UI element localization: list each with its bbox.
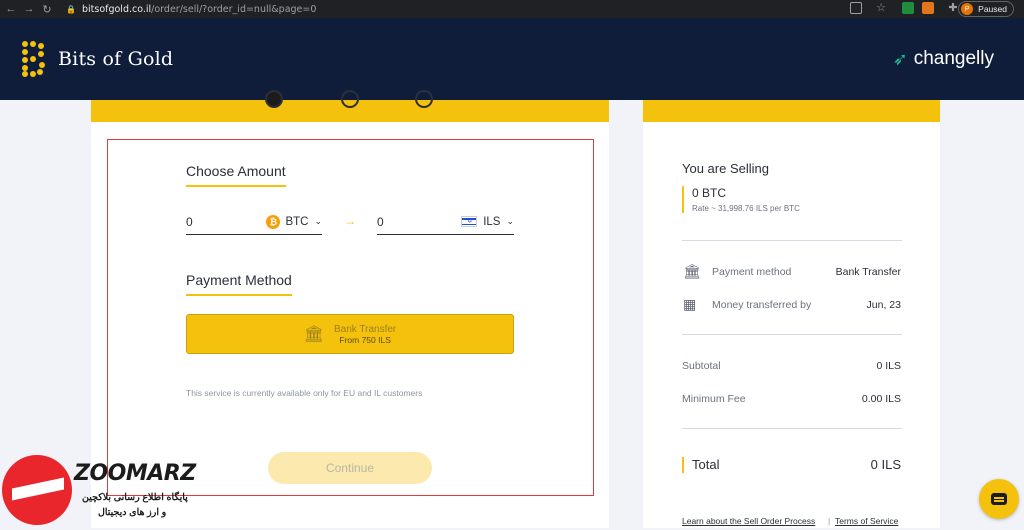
chat-button[interactable] xyxy=(979,479,1019,519)
extension-icon[interactable] xyxy=(902,2,914,14)
calendar-icon: ▦ xyxy=(683,296,697,312)
forward-icon[interactable]: → xyxy=(22,3,36,15)
lock-icon[interactable]: 🔒 xyxy=(66,5,76,14)
divider xyxy=(682,240,902,241)
metamask-icon[interactable] xyxy=(922,2,934,14)
chevron-down-icon: ⌄ xyxy=(314,216,322,226)
exchange-rate: Rate ~ 31,998.76 ILS per BTC xyxy=(692,204,800,213)
method-minimum: From 750 ILS xyxy=(339,334,391,345)
payment-method-label: Payment method xyxy=(712,266,792,278)
continue-button[interactable]: Continue xyxy=(268,452,432,484)
terms-link[interactable]: Terms of Service xyxy=(835,516,898,526)
step-indicator xyxy=(415,90,433,108)
profile-button[interactable]: P Paused xyxy=(958,1,1014,17)
chevron-down-icon: ⌄ xyxy=(506,216,514,226)
url-host: bitsofgold.co.il xyxy=(81,3,152,15)
divider xyxy=(682,334,902,335)
selling-title: You are Selling xyxy=(682,161,769,176)
fee-value: 0.00 ILS xyxy=(861,393,901,405)
progress-band xyxy=(91,90,609,122)
brand-logo[interactable]: Bits of Gold xyxy=(20,41,173,77)
to-amount-field[interactable]: 0 ✡ ILS ⌄ xyxy=(377,209,514,235)
sell-process-link[interactable]: Learn about the Sell Order Process xyxy=(682,516,815,526)
total-accent xyxy=(682,457,684,473)
transfer-label: Money transferred by xyxy=(712,299,812,311)
divider xyxy=(682,428,902,429)
address-bar[interactable]: 🔒 bitsofgold.co.il /order/sell/?order_id… xyxy=(66,2,842,16)
site-header: Bits of Gold ➶ changelly xyxy=(0,18,1024,100)
fee-label: Minimum Fee xyxy=(682,393,746,405)
zoomarz-logo-icon xyxy=(2,455,72,525)
partner-name: changelly xyxy=(913,48,994,69)
step-indicator xyxy=(341,90,359,108)
choose-amount-title: Choose Amount xyxy=(186,163,286,187)
from-currency-label: BTC xyxy=(285,215,309,228)
from-amount-input[interactable]: 0 xyxy=(186,215,266,229)
watermark-brand: ZOOMARZ xyxy=(74,461,196,486)
back-icon[interactable]: ← xyxy=(4,3,18,15)
avatar: P xyxy=(961,3,974,15)
bits-of-gold-logo-icon xyxy=(20,41,46,77)
zoomarz-watermark: ZOOMARZ پایگاه اطلاع رسانی بلاکچین و ارز… xyxy=(2,455,196,527)
link-separator: | xyxy=(828,516,831,526)
step-indicator-active xyxy=(265,90,283,108)
watermark-line-2: و ارز های دیجیتال xyxy=(98,507,167,518)
rocket-icon: ➶ xyxy=(892,48,908,69)
partner-logo: ➶ changelly xyxy=(893,48,994,70)
payment-method-value: Bank Transfer xyxy=(835,266,901,278)
selling-amount: 0 BTC xyxy=(692,186,727,200)
bitcoin-icon: ₿ xyxy=(266,214,281,229)
israel-flag-icon: ✡ xyxy=(461,216,478,227)
to-currency-label: ILS xyxy=(483,215,501,228)
arrow-right-icon: → xyxy=(344,214,356,228)
reload-icon[interactable]: ↻ xyxy=(40,3,54,16)
selling-amount-box: 0 BTC Rate ~ 31,998.76 ILS per BTC xyxy=(682,186,800,213)
chat-icon xyxy=(991,493,1007,505)
subtotal-value: 0 ILS xyxy=(876,360,901,372)
bank-icon: 🏛 xyxy=(303,326,325,343)
bank-icon: 🏛 xyxy=(683,263,701,279)
summary-band xyxy=(643,100,940,122)
star-icon[interactable]: ☆ xyxy=(874,1,888,14)
transfer-date: Jun, 23 xyxy=(866,299,901,311)
to-amount-input[interactable]: 0 xyxy=(377,215,461,229)
to-currency-select[interactable]: ✡ ILS ⌄ xyxy=(461,216,514,228)
profile-status: Paused xyxy=(978,4,1007,14)
payment-method-title: Payment Method xyxy=(186,272,292,296)
url-path: /order/sell/?order_id=null&page=0 xyxy=(151,3,317,15)
brand-name: Bits of Gold xyxy=(58,48,174,70)
from-currency-select[interactable]: ₿ BTC ⌄ xyxy=(266,214,322,229)
browser-toolbar: ← → ↻ 🔒 bitsofgold.co.il /order/sell/?or… xyxy=(0,0,1024,18)
availability-note: This service is currently available only… xyxy=(186,388,423,398)
bank-transfer-button[interactable]: 🏛 Bank Transfer From 750 ILS xyxy=(186,314,514,354)
method-label: Bank Transfer xyxy=(334,323,397,335)
total-value: 0 ILS xyxy=(870,457,901,472)
translate-icon[interactable] xyxy=(850,2,862,14)
subtotal-label: Subtotal xyxy=(682,360,721,372)
total-label: Total xyxy=(692,457,720,472)
from-amount-field[interactable]: 0 ₿ BTC ⌄ xyxy=(186,209,322,235)
watermark-line-1: پایگاه اطلاع رسانی بلاکچین xyxy=(82,492,188,503)
